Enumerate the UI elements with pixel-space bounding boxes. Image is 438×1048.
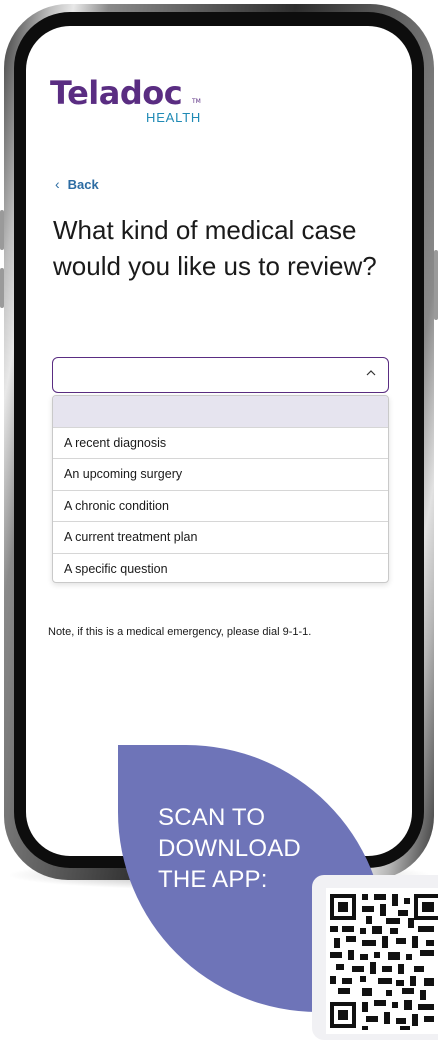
logo-health: HEALTH xyxy=(146,110,202,125)
logo-wordmark: Teladoc xyxy=(50,74,183,112)
phone-side-button xyxy=(0,210,4,250)
teladoc-logo: Teladoc TM HEALTH xyxy=(50,74,230,134)
option-upcoming-surgery[interactable]: An upcoming surgery xyxy=(53,459,388,491)
case-type-options: A recent diagnosis An upcoming surgery A… xyxy=(52,395,389,583)
page-title: What kind of medical case would you like… xyxy=(53,215,377,281)
promo-line: SCAN TO xyxy=(158,804,266,831)
promo-line: DOWNLOAD xyxy=(158,835,301,862)
logo-trademark: TM xyxy=(192,98,201,105)
option-current-treatment-plan[interactable]: A current treatment plan xyxy=(53,522,388,554)
back-label: Back xyxy=(67,176,99,192)
option-chronic-condition[interactable]: A chronic condition xyxy=(53,491,388,522)
option-recent-diagnosis[interactable]: A recent diagnosis xyxy=(53,428,388,459)
option-specific-question[interactable]: A specific question xyxy=(53,554,388,583)
back-link[interactable]: ‹ Back xyxy=(55,176,99,192)
case-type-select[interactable] xyxy=(52,357,389,393)
option-blank[interactable] xyxy=(53,396,388,428)
qr-code-icon[interactable] xyxy=(326,888,438,1034)
phone-screen: Teladoc TM HEALTH ‹ Back What kind of me… xyxy=(26,26,412,856)
phone-power-button xyxy=(434,250,438,320)
chevron-up-icon xyxy=(366,370,376,376)
emergency-note: Note, if this is a medical emergency, pl… xyxy=(48,626,312,638)
chevron-left-icon: ‹ xyxy=(55,176,60,192)
phone-side-button xyxy=(0,268,4,308)
